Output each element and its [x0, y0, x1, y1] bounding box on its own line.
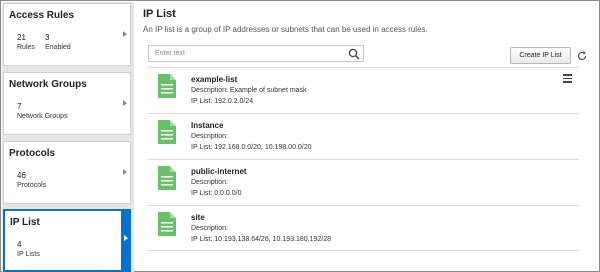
card-stat-label: Protocols	[17, 182, 47, 189]
search-box	[148, 45, 364, 62]
document-icon	[158, 212, 176, 236]
item-ip-list: IP List: 10.193.138.64/26, 10.193.180.19…	[191, 236, 331, 243]
card-stat-value: 46	[17, 171, 26, 180]
chevron-right-icon	[124, 235, 128, 241]
ip-list: example-list Description: Example of sub…	[148, 67, 579, 267]
document-icon	[158, 120, 176, 144]
item-name[interactable]: public-internet	[191, 167, 247, 176]
card-stat-value: 4	[17, 240, 22, 249]
sidebar-card-network-groups[interactable]: Network Groups 7 Network Groups	[3, 72, 131, 135]
item-name[interactable]: Instance	[191, 121, 223, 130]
item-description: Description:	[191, 179, 228, 186]
app-window: Access Rules 21 Rules 3 Enabled Network …	[0, 0, 600, 272]
create-ip-list-button[interactable]: Create IP List	[510, 47, 571, 64]
card-stat-value: 3	[45, 33, 50, 42]
card-stat-label: Rules	[17, 44, 35, 51]
card-stat-label: Network Groups	[17, 113, 68, 120]
list-item[interactable]: example-list Description: Example of sub…	[148, 67, 579, 113]
list-item[interactable]: public-internet Description: IP List: 0.…	[148, 159, 579, 205]
document-icon	[158, 74, 176, 98]
card-title: Network Groups	[9, 79, 87, 90]
refresh-icon[interactable]	[576, 50, 588, 62]
item-description: Description: Example of subnet mask	[191, 87, 307, 94]
sidebar: Access Rules 21 Rules 3 Enabled Network …	[2, 2, 134, 272]
chevron-right-icon	[123, 100, 127, 106]
document-icon	[158, 166, 176, 190]
card-stat-label: Enabled	[45, 44, 71, 51]
search-input[interactable]	[149, 46, 344, 61]
card-title: Protocols	[9, 148, 56, 159]
search-icon[interactable]	[348, 48, 360, 60]
item-description: Description:	[191, 133, 228, 140]
item-ip-list: IP List: 0.0.0.0/0	[191, 190, 242, 197]
selected-indicator	[121, 209, 131, 272]
sidebar-card-protocols[interactable]: Protocols 46 Protocols	[3, 141, 131, 204]
item-ip-list: IP List: 192.0.2.0/24	[191, 98, 254, 105]
sidebar-card-ip-list[interactable]: IP List 4 IP Lists	[3, 209, 131, 272]
item-name[interactable]: site	[191, 213, 205, 222]
chevron-right-icon	[123, 169, 127, 175]
card-stat-value: 21	[17, 33, 26, 42]
card-title: IP List	[10, 217, 40, 228]
list-item[interactable]: Instance Description: IP List: 192.168.0…	[148, 113, 579, 159]
page-description: An IP list is a group of IP addresses or…	[143, 25, 428, 34]
card-stat-label: IP Lists	[17, 251, 40, 258]
sidebar-card-access-rules[interactable]: Access Rules 21 Rules 3 Enabled	[3, 3, 131, 66]
item-description: Description:	[191, 225, 228, 232]
item-ip-list: IP List: 192.168.0.0/20, 10.198.00.0/20	[191, 144, 312, 151]
page-title: IP List	[143, 8, 176, 20]
item-name[interactable]: example-list	[191, 75, 237, 84]
card-stat-value: 7	[17, 102, 22, 111]
main-panel: IP List An IP list is a group of IP addr…	[138, 2, 600, 272]
list-item[interactable]: site Description: IP List: 10.193.138.64…	[148, 205, 579, 251]
chevron-right-icon	[123, 31, 127, 37]
card-title: Access Rules	[9, 10, 75, 21]
menu-icon[interactable]	[563, 74, 572, 83]
